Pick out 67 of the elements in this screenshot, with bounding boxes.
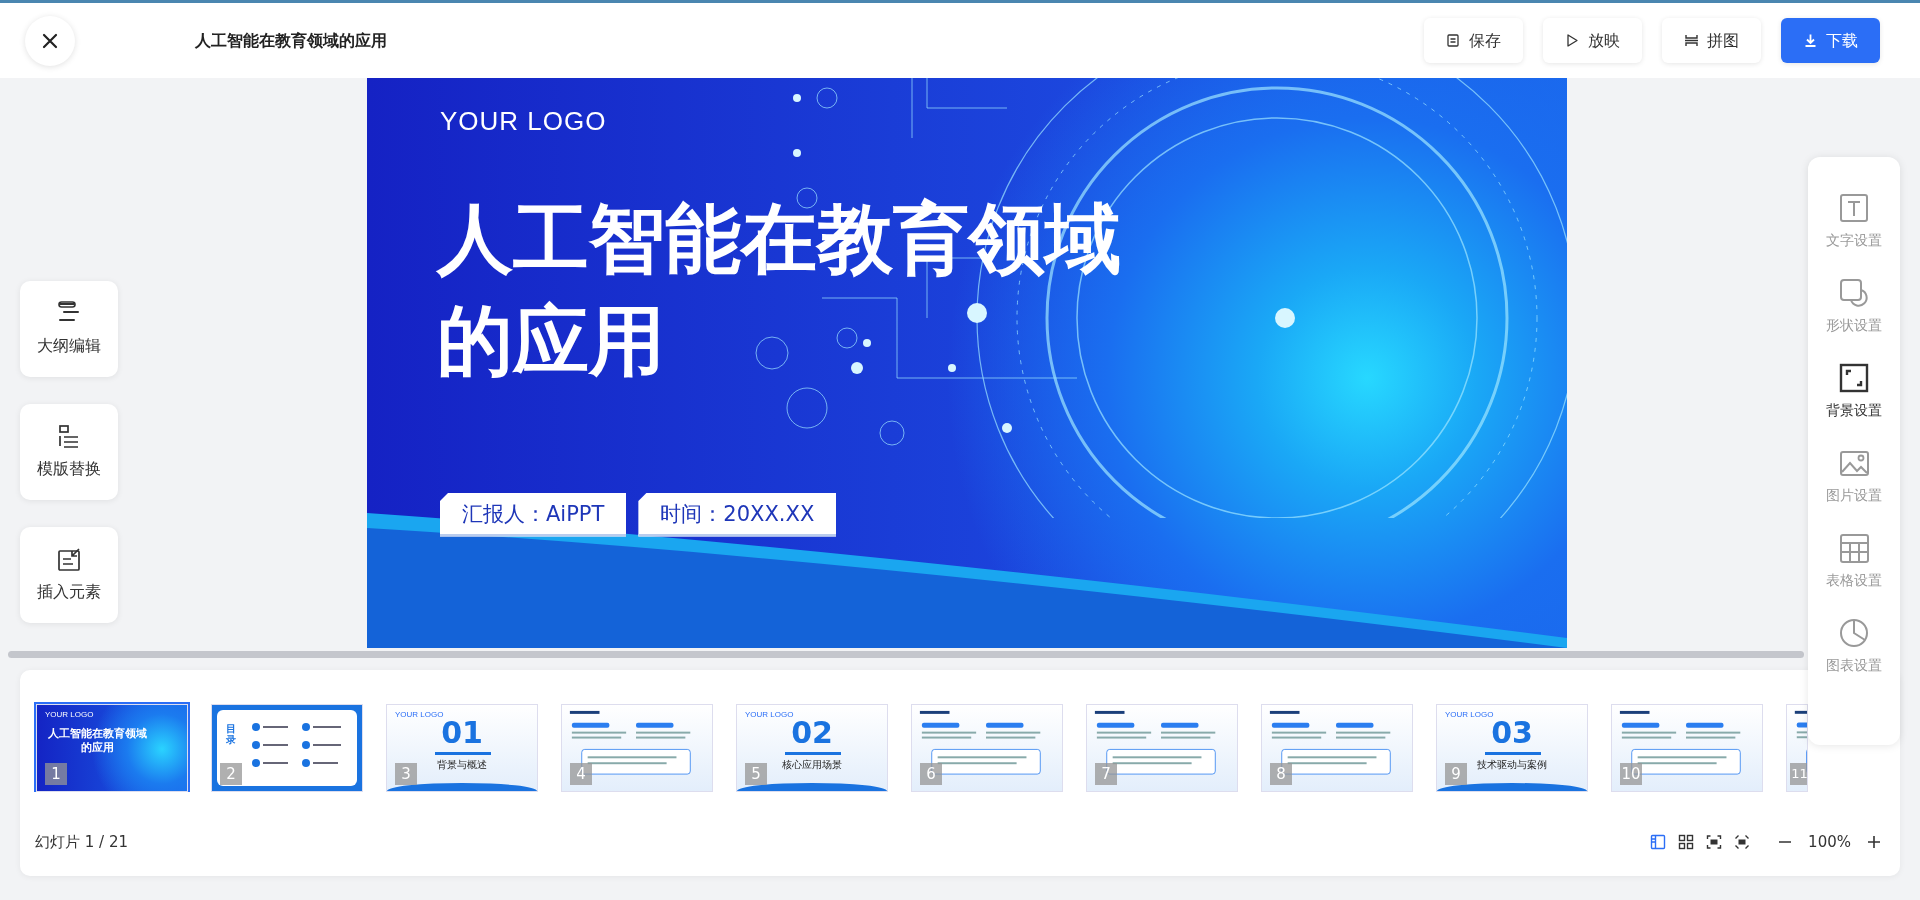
insert-icon — [57, 546, 81, 572]
title-underline — [785, 752, 841, 755]
close-icon — [42, 32, 58, 49]
slide-thumbnail[interactable]: 目录 2 — [211, 704, 363, 792]
slide-title: 人工智能在教育领域的应用 — [437, 193, 1122, 387]
thumbnail-logo: YOUR LOGO — [745, 709, 794, 721]
thumbnail-title: 核心应用场景 — [781, 758, 843, 772]
section-number: 02 — [791, 717, 834, 749]
slide-logo: YOUR LOGO — [440, 105, 607, 138]
fullscreen-icon — [1734, 834, 1751, 850]
text-settings-tab[interactable]: 文字设置 — [1826, 193, 1882, 251]
insert-tool-button[interactable]: 插入元素 — [20, 527, 118, 623]
sidebar-layout-icon — [1650, 834, 1667, 850]
grid-icon — [1678, 834, 1695, 850]
save-button[interactable]: 保存 — [1424, 18, 1523, 63]
template-icon — [57, 423, 81, 449]
slide-number: 8 — [1270, 763, 1292, 785]
download-icon — [1803, 33, 1818, 48]
thumbnail-title: 背景与概述 — [436, 758, 488, 772]
document-title: 人工智能在教育领域的应用 — [195, 29, 387, 52]
download-button[interactable]: 下载 — [1781, 18, 1880, 63]
fit-screen-icon — [1706, 834, 1723, 850]
title-underline — [435, 752, 491, 755]
slide-tag: 汇报人：AiPPT — [440, 493, 627, 537]
text-icon — [1838, 193, 1870, 224]
play-button[interactable]: 放映 — [1543, 18, 1642, 63]
thumbnail-title: 技术驱动与案例 — [1476, 758, 1548, 772]
section-number: 01 — [441, 717, 484, 749]
slide-number: 1 — [45, 763, 67, 785]
thumbnail-logo: YOUR LOGO — [395, 709, 444, 721]
background-settings-tab[interactable]: 背景设置 — [1826, 363, 1882, 421]
chart-settings-tab[interactable]: 图表设置 — [1826, 618, 1882, 676]
slide-number: 11 — [1790, 763, 1807, 785]
slide-number: 7 — [1095, 763, 1117, 785]
zoom-level: 100% — [1808, 831, 1851, 853]
thumbnail-logo: YOUR LOGO — [1445, 709, 1494, 721]
close-button[interactable] — [25, 15, 75, 66]
slide-thumbnail[interactable]: YOUR LOGO 人工智能在教育领域的应用 1 — [36, 704, 188, 792]
slide-number: 9 — [1445, 763, 1467, 785]
slide-number: 6 — [920, 763, 942, 785]
scrollbar[interactable] — [8, 651, 1804, 658]
slide-counter: 幻灯片 1 / 21 — [35, 831, 128, 853]
slide-number: 5 — [745, 763, 767, 785]
slide-number: 4 — [570, 763, 592, 785]
outline-tool-button[interactable]: 大纲编辑 — [20, 281, 118, 377]
section-number: 03 — [1491, 717, 1534, 749]
slide-number: 2 — [220, 763, 242, 785]
shape-settings-tab[interactable]: 形状设置 — [1826, 278, 1882, 336]
image-settings-tab[interactable]: 图片设置 — [1826, 448, 1882, 506]
shape-icon — [1838, 278, 1870, 309]
table-settings-tab[interactable]: 表格设置 — [1826, 533, 1882, 591]
background-icon — [1838, 363, 1870, 394]
thumbnail-heading: 目录 — [226, 723, 236, 745]
title-underline — [1485, 752, 1541, 755]
image-icon — [1838, 448, 1870, 479]
table-icon — [1838, 533, 1870, 564]
thumbnail-title: 人工智能在教育领域的应用 — [47, 727, 147, 755]
save-icon — [1446, 33, 1461, 48]
slide-tag: 时间：20XX.XX — [638, 493, 837, 537]
pie-chart-icon — [1838, 618, 1870, 649]
slide-number: 3 — [395, 763, 417, 785]
template-tool-button[interactable]: 模版替换 — [20, 404, 118, 500]
slide-number: 10 — [1620, 763, 1642, 785]
plus-icon — [1867, 835, 1881, 849]
thumbnail-logo: YOUR LOGO — [45, 709, 94, 721]
play-icon — [1565, 33, 1580, 48]
puzzle-button[interactable]: 拼图 — [1662, 18, 1761, 63]
